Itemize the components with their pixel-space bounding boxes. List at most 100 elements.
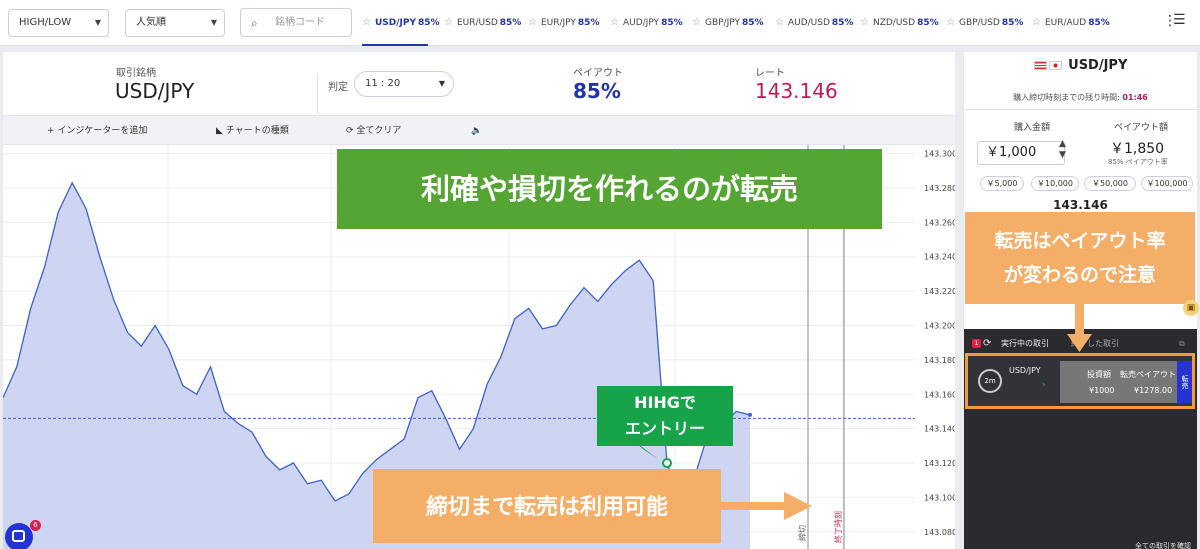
remaining-value: 01:46 bbox=[1122, 93, 1148, 102]
search-icon: ⌕ bbox=[251, 16, 258, 30]
trade-symbol: USD/JPY bbox=[1009, 366, 1041, 375]
tab-audjpy[interactable]: ☆ AUD/JPY 85% bbox=[610, 0, 683, 46]
resale-button[interactable]: 転売 bbox=[1177, 361, 1192, 403]
all-trades-link[interactable]: 全ての取引を確認 bbox=[1135, 541, 1191, 549]
remaining-label: 購入締切時刻までの残り時間: bbox=[1013, 93, 1120, 102]
judge-label: 判定 bbox=[328, 82, 348, 93]
chat-button[interactable] bbox=[5, 523, 33, 549]
resale-deadline-callout: 締切まで転売は利用可能 bbox=[373, 469, 721, 543]
rate-label: レート bbox=[755, 68, 785, 79]
tab-symbol: GBP/JPY bbox=[704, 18, 740, 28]
resale-value: ¥1278.00 bbox=[1134, 386, 1173, 395]
payout-amount: ￥1,850 bbox=[1110, 141, 1165, 157]
trend-up-icon: › bbox=[1042, 380, 1046, 390]
invest-value: ¥1000 bbox=[1089, 386, 1115, 395]
tab-payout: 85% bbox=[417, 18, 440, 28]
add-indicator-label: インジケーターを追加 bbox=[57, 126, 148, 136]
trade-timer: 2m bbox=[978, 369, 1002, 393]
star-icon[interactable]: ☆ bbox=[860, 17, 869, 28]
quick-amount-button[interactable]: ￥50,000 bbox=[1084, 176, 1136, 191]
decrement-icon[interactable]: ▼ bbox=[1059, 150, 1066, 161]
amount-stepper[interactable]: ▲ ▼ bbox=[1059, 139, 1066, 161]
star-icon[interactable]: ☆ bbox=[1032, 17, 1041, 28]
y-tick-label: 143.160 bbox=[924, 390, 955, 399]
entry-callout-line1: HIHGで bbox=[634, 393, 696, 412]
star-icon[interactable]: ☆ bbox=[362, 17, 371, 28]
tab-payout: 85% bbox=[917, 18, 939, 28]
symbol-search-input[interactable]: ⌕ 銘柄コード bbox=[240, 8, 352, 37]
tab-nzdusd[interactable]: ☆ NZD/USD 85% bbox=[860, 0, 939, 46]
tab-payout: 85% bbox=[1088, 18, 1110, 28]
quick-amount-button[interactable]: ￥100,000 bbox=[1141, 176, 1193, 191]
tab-usdjpy[interactable]: ☆ USD/JPY 85% bbox=[362, 0, 440, 46]
option-type-select[interactable]: HIGH/LOW ▼ bbox=[8, 9, 109, 37]
tab-payout: 85% bbox=[831, 18, 854, 28]
chevron-down-icon: ▼ bbox=[438, 79, 445, 88]
add-indicator-button[interactable]: + インジケーターを追加 bbox=[47, 116, 147, 146]
chart-type-label: チャートの種類 bbox=[225, 126, 289, 136]
tab-payout: 85% bbox=[1001, 18, 1024, 28]
order-symbol: USD/JPY bbox=[1068, 58, 1128, 73]
chevron-down-icon: ▼ bbox=[210, 18, 217, 27]
star-icon[interactable]: ☆ bbox=[610, 17, 619, 28]
jp-flag-icon bbox=[1048, 61, 1062, 70]
payout-value: 85% bbox=[573, 79, 621, 103]
star-icon[interactable]: ☆ bbox=[946, 17, 955, 28]
star-icon[interactable]: ☆ bbox=[692, 17, 701, 28]
divider bbox=[964, 109, 1197, 110]
y-tick-label: 143.260 bbox=[924, 218, 955, 227]
chart-type-button[interactable]: ◣ チャートの種類 bbox=[216, 116, 289, 146]
y-tick-label: 143.280 bbox=[924, 184, 955, 193]
clear-all-label: 全てクリア bbox=[356, 126, 402, 136]
sound-button[interactable]: 🔈 bbox=[471, 116, 482, 146]
quick-amount-button[interactable]: ￥5,000 bbox=[980, 176, 1024, 191]
judge-time-select[interactable]: 11 : 20 ▼ bbox=[354, 71, 454, 97]
divider bbox=[317, 74, 318, 114]
payout-change-callout: 転売はペイアウト率 が変わるので注意 bbox=[965, 212, 1195, 304]
y-tick-label: 143.100 bbox=[924, 493, 955, 502]
order-symbol-title: USD/JPY bbox=[964, 58, 1197, 73]
speaker-icon: 🔈 bbox=[471, 126, 483, 136]
active-trade-row[interactable]: 2m USD/JPY › 投資額 転売ペイアウト ¥1000 ¥1278.00 … bbox=[965, 353, 1195, 409]
tab-eurjpy[interactable]: ☆ EUR/JPY 85% bbox=[528, 0, 599, 46]
star-icon[interactable]: ☆ bbox=[444, 17, 453, 28]
main-callout: 利確や損切を作れるのが転売 bbox=[337, 149, 882, 229]
arrow-right-icon bbox=[718, 492, 812, 520]
tab-audusd[interactable]: ☆ AUD/USD 85% bbox=[775, 0, 853, 46]
option-type-value: HIGH/LOW bbox=[19, 17, 72, 28]
clear-all-button[interactable]: ⟳ 全てクリア bbox=[346, 116, 401, 146]
order-rate: 143.146 bbox=[1053, 198, 1108, 212]
quick-amount-button[interactable]: ￥10,000 bbox=[1031, 176, 1079, 191]
tab-gbpjpy[interactable]: ☆ GBP/JPY 85% bbox=[692, 0, 764, 46]
deadline-label: 締切 bbox=[797, 525, 807, 541]
menu-icon[interactable]: ☰ bbox=[1173, 12, 1186, 28]
plus-icon: + bbox=[47, 126, 58, 136]
tab-symbol: NZD/USD bbox=[872, 18, 916, 28]
arrow-down-icon bbox=[1067, 300, 1092, 352]
tab-payout: 85% bbox=[577, 18, 600, 28]
tab-euraud[interactable]: ☆ EUR/AUD 85% bbox=[1032, 0, 1110, 46]
star-icon[interactable]: ☆ bbox=[775, 17, 784, 28]
y-tick-label: 143.200 bbox=[924, 322, 955, 331]
sort-select[interactable]: 人気順 ▼ bbox=[125, 9, 225, 37]
y-tick-label: 143.300 bbox=[924, 150, 955, 159]
end-time-label: 終了時刻 bbox=[833, 511, 843, 543]
y-tick-label: 143.120 bbox=[924, 459, 955, 468]
tab-symbol: EUR/USD bbox=[456, 18, 498, 28]
amount-input[interactable]: ￥1,000 bbox=[977, 141, 1065, 165]
star-icon[interactable]: ☆ bbox=[528, 17, 537, 28]
gift-icon[interactable]: ▣ bbox=[1183, 300, 1199, 316]
payout-label: ペイアウト bbox=[573, 68, 623, 79]
y-tick-label: 143.180 bbox=[924, 356, 955, 365]
increment-icon[interactable]: ▲ bbox=[1059, 139, 1066, 150]
trades-count-badge: 1 bbox=[972, 339, 981, 348]
tab-symbol: EUR/AUD bbox=[1044, 18, 1087, 28]
sort-value: 人気順 bbox=[136, 17, 166, 28]
tab-gbpusd[interactable]: ☆ GBP/USD 85% bbox=[946, 0, 1023, 46]
search-placeholder: 銘柄コード bbox=[275, 17, 325, 28]
payout-change-line2: が変わるので注意 bbox=[1003, 264, 1156, 286]
entry-callout-line2: エントリー bbox=[624, 419, 705, 438]
tab-payout: 85% bbox=[741, 18, 764, 28]
tab-eurusd[interactable]: ☆ EUR/USD 85% bbox=[444, 0, 521, 46]
current-price-dot bbox=[748, 412, 752, 417]
